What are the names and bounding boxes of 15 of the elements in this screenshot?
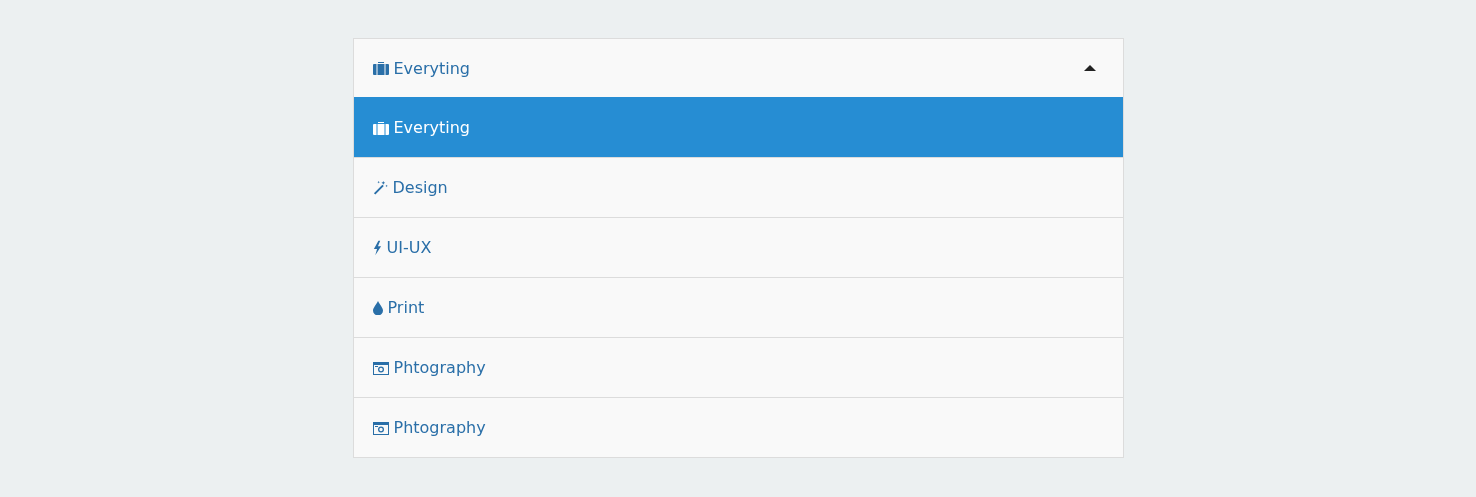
dropdown-option[interactable]: Design [353, 157, 1123, 217]
water-drop-icon [372, 300, 383, 315]
magic-wand-icon [372, 180, 388, 195]
lightning-bolt-icon [372, 239, 382, 256]
dropdown-option[interactable]: Phtography [353, 337, 1123, 397]
dropdown-option[interactable]: UI-UX [353, 217, 1123, 277]
briefcase-icon [372, 120, 389, 135]
caret-icon [1083, 65, 1096, 71]
camera-icon [372, 360, 389, 375]
briefcase-icon [372, 61, 389, 75]
dropdown-select[interactable]: Everyting [353, 39, 1123, 97]
dropdown-option[interactable]: Phtography [353, 397, 1123, 457]
dropdown-option[interactable]: Print [353, 277, 1123, 337]
dropdown-option[interactable]: Everyting [353, 97, 1123, 157]
camera-icon [372, 420, 389, 435]
